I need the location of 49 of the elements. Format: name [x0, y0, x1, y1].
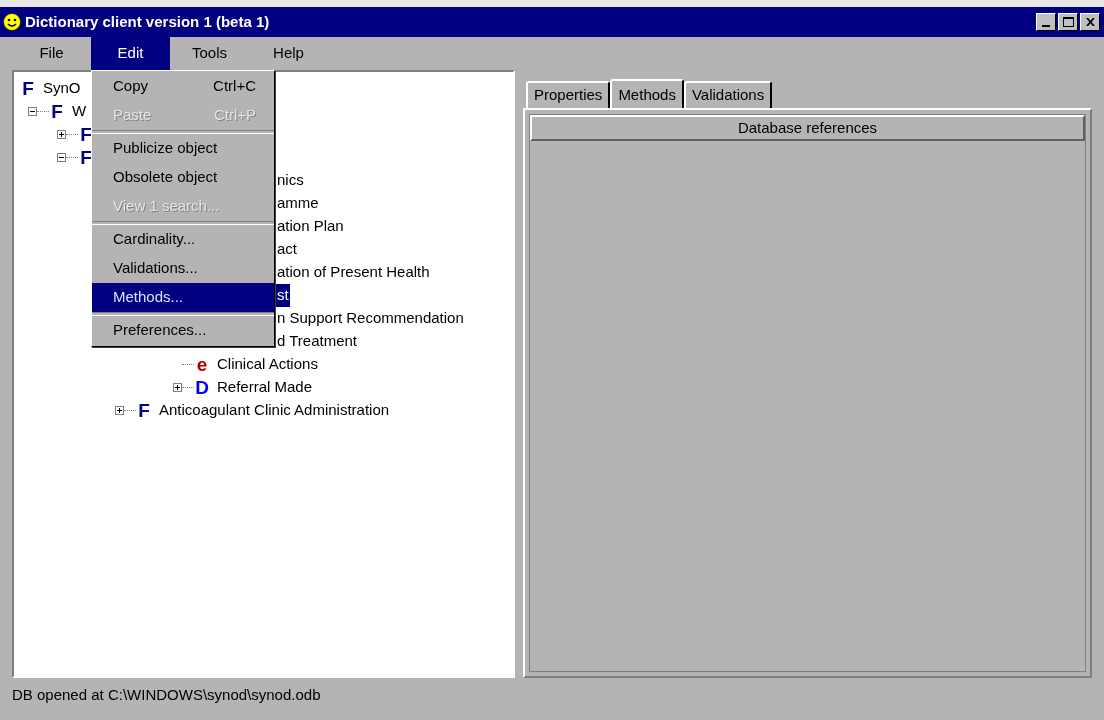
collapse-toggle[interactable]	[57, 153, 66, 162]
tree-item-label[interactable]: st	[276, 284, 290, 307]
tree-item-label[interactable]: nics	[276, 169, 305, 192]
status-bar-text: DB opened at C:\WINDOWS\synod\synod.odb	[12, 686, 321, 703]
maximize-button[interactable]	[1058, 13, 1078, 31]
collapse-toggle[interactable]	[28, 107, 37, 116]
tree-item-label[interactable]: Anticoagulant Clinic Administration	[158, 399, 391, 422]
menu-bar-item[interactable]: Help	[249, 37, 328, 70]
tree-item-label[interactable]: Clinical Actions	[216, 353, 319, 376]
close-icon	[1085, 18, 1095, 26]
menu-bar-item[interactable]: File	[12, 37, 91, 70]
minimize-button[interactable]	[1036, 13, 1056, 31]
tree-item-label[interactable]: n Support Recommendation	[276, 307, 465, 330]
menu-item[interactable]: Preferences...	[92, 316, 274, 345]
menu-item[interactable]: Cardinality...	[92, 225, 274, 254]
tab[interactable]: Properties	[526, 81, 611, 108]
tree-item-label[interactable]: d Treatment	[276, 330, 359, 353]
window-title: Dictionary client version 1 (beta 1)	[25, 11, 271, 32]
tree-item-label[interactable]: SynO	[42, 77, 82, 100]
tree-item-label[interactable]: act	[276, 238, 298, 261]
close-button[interactable]	[1080, 13, 1100, 31]
node-type-icon: F	[20, 79, 36, 98]
menu-item[interactable]: Validations...	[92, 254, 274, 283]
node-type-icon: F	[78, 148, 94, 167]
expand-toggle[interactable]	[57, 130, 66, 139]
tree-item-label[interactable]: ation of Present Health	[276, 261, 431, 284]
menu-bar-item[interactable]: Edit	[91, 37, 170, 70]
tree-item-label[interactable]: Referral Made	[216, 376, 314, 399]
menu-bar-item[interactable]: Tools	[170, 37, 249, 70]
tree-item-label[interactable]: ation Plan	[276, 215, 345, 238]
node-type-icon: F	[49, 102, 65, 121]
smiley-icon	[3, 13, 21, 31]
tree-item-label[interactable]: amme	[276, 192, 320, 215]
node-type-icon: D	[194, 378, 210, 397]
minimize-icon	[1042, 25, 1050, 27]
column-header[interactable]: Database references	[530, 115, 1085, 141]
node-type-icon: F	[136, 401, 152, 420]
expand-toggle[interactable]	[115, 406, 124, 415]
tree-item-label[interactable]: W	[71, 100, 88, 123]
menu-item[interactable]: Copy Ctrl+C	[92, 72, 274, 101]
expand-toggle[interactable]	[173, 383, 182, 392]
tab[interactable]: Validations	[683, 81, 773, 108]
maximize-icon	[1062, 17, 1074, 27]
menu-item[interactable]: Publicize object	[92, 134, 274, 163]
tab[interactable]: Methods	[610, 79, 684, 109]
menu-item[interactable]: Methods...	[92, 283, 274, 312]
node-type-icon: e	[194, 355, 210, 374]
menu-item[interactable]: Obsolete object	[92, 163, 274, 192]
node-type-icon: F	[78, 125, 94, 144]
